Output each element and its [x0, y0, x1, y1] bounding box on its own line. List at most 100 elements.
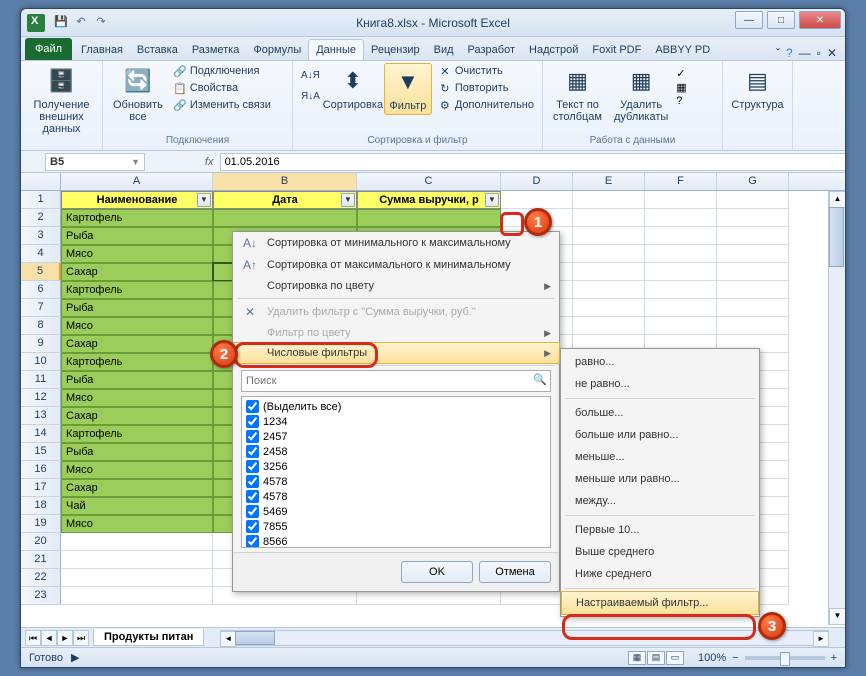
filter-value-checkbox[interactable]: 2458 — [244, 444, 548, 459]
sheet-prev-icon[interactable]: ◄ — [41, 630, 57, 646]
minimize-button[interactable]: — — [735, 11, 763, 29]
tab-foxit[interactable]: Foxit PDF — [585, 40, 648, 60]
connections-button[interactable]: 🔗Подключения — [171, 63, 273, 79]
data-cell[interactable]: Мясо — [61, 461, 213, 479]
validation-icon[interactable]: ✓ — [676, 67, 686, 80]
filter-arrow-icon[interactable]: ▼ — [197, 193, 211, 207]
remove-duplicates-button[interactable]: ▦ Удалить дубликаты — [610, 63, 672, 125]
row-header[interactable]: 13 — [21, 407, 61, 425]
tab-addins[interactable]: Надстрой — [522, 40, 585, 60]
row-header[interactable]: 11 — [21, 371, 61, 389]
col-header-d[interactable]: D — [501, 173, 573, 190]
greater-eq-item[interactable]: больше или равно... — [561, 424, 759, 446]
row-header[interactable]: 20 — [21, 533, 61, 551]
page-break-icon[interactable]: ▭ — [666, 651, 684, 665]
equals-item[interactable]: равно... — [561, 351, 759, 373]
redo-icon[interactable]: ↷ — [93, 15, 109, 31]
name-box-dropdown-icon[interactable]: ▼ — [131, 157, 140, 167]
top10-item[interactable]: Первые 10... — [561, 519, 759, 541]
macro-icon[interactable]: ▶ — [71, 651, 79, 664]
text-to-columns-button[interactable]: ▦ Текст по столбцам — [549, 63, 606, 125]
data-cell[interactable]: Картофель — [61, 425, 213, 443]
row-header[interactable]: 1 — [21, 191, 61, 209]
sheet-next-icon[interactable]: ► — [57, 630, 73, 646]
row-header[interactable]: 10 — [21, 353, 61, 371]
not-equals-item[interactable]: не равно... — [561, 373, 759, 395]
data-cell[interactable]: Рыба — [61, 299, 213, 317]
between-item[interactable]: между... — [561, 490, 759, 512]
row-header[interactable]: 18 — [21, 497, 61, 515]
data-cell[interactable]: Сахар — [61, 479, 213, 497]
filter-value-checkbox[interactable]: 2457 — [244, 429, 548, 444]
maximize-button[interactable]: □ — [767, 11, 795, 29]
row-header[interactable]: 19 — [21, 515, 61, 533]
row-header[interactable]: 8 — [21, 317, 61, 335]
less-item[interactable]: меньше... — [561, 446, 759, 468]
tab-view[interactable]: Вид — [427, 40, 461, 60]
zoom-out-icon[interactable]: − — [732, 652, 738, 664]
doc-minimize-icon[interactable]: — — [799, 46, 811, 60]
below-avg-item[interactable]: Ниже среднего — [561, 563, 759, 585]
sort-by-color-item[interactable]: Сортировка по цвету ▶ — [233, 276, 559, 296]
minimize-ribbon-icon[interactable]: ˇ — [776, 46, 780, 60]
row-header[interactable]: 9 — [21, 335, 61, 353]
row-header[interactable]: 3 — [21, 227, 61, 245]
quick-access-toolbar[interactable]: 💾 ↶ ↷ — [53, 15, 109, 31]
tab-developer[interactable]: Разработ — [461, 40, 522, 60]
reapply-button[interactable]: ↻Повторить — [436, 80, 536, 96]
data-cell[interactable]: Картофель — [61, 353, 213, 371]
row-header[interactable]: 22 — [21, 569, 61, 587]
row-header[interactable]: 23 — [21, 587, 61, 605]
zoom-level[interactable]: 100% — [698, 652, 726, 664]
normal-view-icon[interactable]: ▦ — [628, 651, 646, 665]
zoom-slider[interactable] — [745, 656, 825, 660]
filter-value-checkbox[interactable]: 8566 — [244, 534, 548, 548]
data-cell[interactable]: Чай — [61, 497, 213, 515]
filter-value-checkbox[interactable]: 5469 — [244, 504, 548, 519]
sort-desc-button[interactable]: Я↓А — [299, 90, 322, 103]
tab-home[interactable]: Главная — [74, 40, 130, 60]
tab-abbyy[interactable]: ABBYY PD — [648, 40, 717, 60]
sort-asc-item[interactable]: A↓ Сортировка от минимального к максимал… — [233, 232, 559, 254]
filter-arrow-icon[interactable]: ▼ — [485, 193, 499, 207]
page-layout-icon[interactable]: ▤ — [647, 651, 665, 665]
col-header-b[interactable]: B — [213, 173, 357, 190]
edit-links-button[interactable]: 🔗Изменить связи — [171, 97, 273, 113]
data-cell[interactable]: Мясо — [61, 317, 213, 335]
col-header-a[interactable]: A — [61, 173, 213, 190]
filter-button[interactable]: ▼ Фильтр — [384, 63, 432, 115]
col-header-c[interactable]: C — [357, 173, 501, 190]
external-data-button[interactable]: 🗄️ Получение внешних данных — [27, 63, 96, 137]
tab-insert[interactable]: Вставка — [130, 40, 185, 60]
data-cell[interactable] — [357, 209, 501, 227]
data-cell[interactable]: Сахар — [61, 335, 213, 353]
data-cell[interactable]: Картофель — [61, 281, 213, 299]
data-cell[interactable]: Мясо — [61, 515, 213, 533]
ok-button[interactable]: OK — [401, 561, 473, 583]
row-header[interactable]: 16 — [21, 461, 61, 479]
header-cell-date[interactable]: Дата▼ — [213, 191, 357, 209]
zoom-in-icon[interactable]: + — [831, 652, 837, 664]
tab-layout[interactable]: Разметка — [185, 40, 247, 60]
horizontal-scrollbar[interactable] — [220, 630, 829, 646]
sort-asc-button[interactable]: А↓Я — [299, 69, 322, 82]
number-filters-item[interactable]: Числовые фильтры ▶ — [232, 342, 560, 364]
sheet-nav[interactable]: ⏮ ◄ ► ⏭ — [25, 630, 89, 646]
filter-value-checkbox[interactable]: 7855 — [244, 519, 548, 534]
scroll-thumb[interactable] — [829, 207, 844, 267]
clear-filter-button[interactable]: ✕Очистить — [436, 63, 536, 79]
col-header-f[interactable]: F — [645, 173, 717, 190]
filter-value-checkbox[interactable]: 4578 — [244, 489, 548, 504]
row-header[interactable]: 6 — [21, 281, 61, 299]
doc-restore-icon[interactable]: ▫ — [817, 46, 821, 60]
custom-filter-item[interactable]: Настраиваемый фильтр... — [561, 591, 759, 615]
row-header[interactable]: 4 — [21, 245, 61, 263]
sort-desc-item[interactable]: A↑ Сортировка от максимального к минимал… — [233, 254, 559, 276]
row-header[interactable]: 17 — [21, 479, 61, 497]
data-cell[interactable] — [213, 209, 357, 227]
tab-review[interactable]: Рецензир — [364, 40, 427, 60]
data-cell[interactable]: Рыба — [61, 443, 213, 461]
filter-value-checkbox[interactable]: 3256 — [244, 459, 548, 474]
vertical-scrollbar[interactable] — [828, 191, 845, 625]
filter-value-list[interactable]: (Выделить все)12342457245832564578457854… — [241, 396, 551, 548]
